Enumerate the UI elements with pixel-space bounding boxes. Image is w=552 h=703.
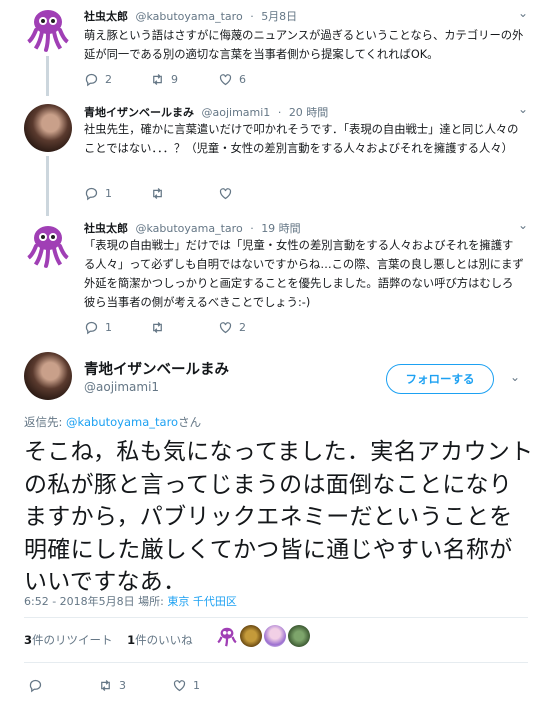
engagement-stats: 3件のリツイート 1件のいいね [24, 632, 193, 648]
retweet-icon [153, 74, 162, 85]
retweet-icon [153, 322, 162, 333]
display-name[interactable]: 社虫太郎 [84, 222, 128, 235]
separator: · [277, 106, 282, 119]
reply-icon [85, 321, 98, 335]
main-handle[interactable]: @aojimami1 [84, 380, 159, 394]
main-tweet-actions: 3 1 [24, 678, 324, 696]
chevron-down-icon[interactable]: ⌄ [510, 370, 520, 384]
reply-icon [29, 679, 42, 693]
avatar[interactable] [24, 220, 72, 268]
reply-button[interactable]: 2 [84, 72, 112, 87]
divider [24, 617, 528, 618]
tweet-actions: 2 9 6 [84, 72, 384, 90]
retweet-stat-label: 件のリツイート [32, 633, 113, 647]
octopus-avatar-icon [217, 627, 237, 647]
like-count: 6 [239, 73, 246, 86]
divider [24, 662, 528, 663]
retweet-button[interactable] [150, 186, 171, 201]
reply-icon [85, 187, 98, 201]
liker-avatar[interactable] [288, 625, 310, 647]
like-button[interactable]: 6 [218, 72, 246, 87]
thread-line [46, 56, 49, 96]
retweet-button[interactable]: 9 [150, 72, 178, 87]
chevron-down-icon[interactable]: ⌄ [518, 102, 528, 116]
retweet-button[interactable] [150, 320, 171, 335]
liker-avatar[interactable] [264, 625, 286, 647]
liker-avatar[interactable] [216, 625, 238, 647]
like-stat-count: 1 [127, 633, 136, 647]
chevron-down-icon[interactable]: ⌄ [518, 218, 528, 232]
reply-button[interactable]: 1 [84, 320, 112, 335]
retweet-button[interactable]: 3 [98, 678, 126, 693]
like-count: 2 [239, 321, 246, 334]
like-button[interactable]: 1 [172, 678, 200, 693]
timestamp[interactable]: 19 時間 [261, 222, 301, 235]
separator: · [250, 10, 254, 23]
timestamp[interactable]: 20 時間 [289, 106, 329, 119]
main-display-name[interactable]: 青地イザンベールまみ [84, 358, 229, 379]
thread-tweet[interactable]: 社虫太郎 @kabutoyama_taro · 5月8日 ⌄ 萌え豚という語はさ… [0, 0, 552, 100]
location-label: 場所: [138, 595, 164, 608]
tweet-actions: 1 [84, 186, 384, 204]
retweet-stat-count: 3 [24, 633, 33, 647]
handle[interactable]: @kabutoyama_taro [136, 222, 243, 235]
separator: · [250, 222, 254, 235]
liker-avatar[interactable] [240, 625, 262, 647]
timestamp[interactable]: 5月8日 [261, 10, 297, 23]
like-icon [173, 680, 186, 692]
like-icon [219, 188, 232, 200]
reply-button[interactable]: 1 [84, 186, 112, 201]
avatar[interactable] [24, 4, 72, 52]
display-name[interactable]: 社虫太郎 [84, 10, 128, 23]
handle[interactable]: @aojimami1 [202, 106, 271, 119]
like-stat-label: 件のいいね [135, 633, 193, 647]
replying-to: 返信先: @kabutoyama_taroさん [24, 414, 201, 430]
reply-count: 1 [105, 321, 112, 334]
follow-button[interactable]: フォローする [386, 364, 494, 394]
avatar[interactable] [24, 104, 72, 152]
main-tweet-text: そこね，私も気になってました．実名アカウントの私が豚と言ってじまうのは面倒なこと… [24, 439, 534, 595]
replying-suffix: さん [178, 415, 202, 429]
tweet-text: 「表現の自由戦士」だけでは「児童・女性の差別言動をする人々およびそれを擁護する人… [84, 239, 524, 309]
like-icon [219, 322, 232, 334]
replying-prefix: 返信先: [24, 415, 67, 429]
handle[interactable]: @kabutoyama_taro [136, 10, 243, 23]
reply-count: 1 [105, 187, 112, 200]
tweet-header: 青地イザンベールまみ @aojimami1 · 20 時間 [84, 104, 328, 120]
tweet-text: 社虫先生，確かに言葉遣いだけで叩かれそうです．「表現の自由戦士」達と同じ人々のこ… [84, 123, 519, 155]
display-name[interactable]: 青地イザンベールまみ [84, 106, 194, 119]
like-stat[interactable]: 1件のいいね [127, 633, 193, 647]
main-avatar[interactable] [24, 352, 72, 400]
retweet-icon [153, 188, 162, 199]
chevron-down-icon[interactable]: ⌄ [518, 6, 528, 20]
reply-icon [85, 73, 98, 87]
like-button[interactable]: 2 [218, 320, 246, 335]
tweet-datetime: 6:52 - 2018年5月8日 場所: 東京 千代田区 [24, 593, 237, 609]
thread-line [46, 156, 49, 216]
reply-count: 2 [105, 73, 112, 86]
liker-avatars [216, 625, 310, 647]
datetime[interactable]: 6:52 - 2018年5月8日 [24, 595, 135, 608]
retweet-stat[interactable]: 3件のリツイート [24, 633, 113, 647]
thread-tweet[interactable]: 社虫太郎 @kabutoyama_taro · 19 時間 ⌄ 「表現の自由戦士… [0, 216, 552, 346]
retweet-count: 3 [119, 679, 126, 692]
tweet-text: 萌え豚という語はさすがに侮蔑のニュアンスが過ぎるということなら、カテゴリーの外延… [84, 29, 524, 61]
reply-button[interactable] [28, 678, 43, 693]
retweet-icon [101, 680, 110, 691]
tweet-header: 社虫太郎 @kabutoyama_taro · 5月8日 [84, 8, 297, 24]
like-count: 1 [193, 679, 200, 692]
tweet-header: 社虫太郎 @kabutoyama_taro · 19 時間 [84, 220, 301, 236]
octopus-avatar-icon [26, 226, 70, 268]
thread-tweet[interactable]: 青地イザンベールまみ @aojimami1 · 20 時間 ⌄ 社虫先生，確かに… [0, 100, 552, 216]
like-button[interactable] [218, 186, 239, 201]
location-link[interactable]: 東京 千代田区 [167, 595, 237, 608]
octopus-avatar-icon [26, 10, 70, 52]
retweet-count: 9 [171, 73, 178, 86]
mention-link[interactable]: @kabutoyama_taro [66, 415, 178, 429]
tweet-actions: 1 2 [84, 320, 384, 338]
like-icon [219, 74, 232, 86]
